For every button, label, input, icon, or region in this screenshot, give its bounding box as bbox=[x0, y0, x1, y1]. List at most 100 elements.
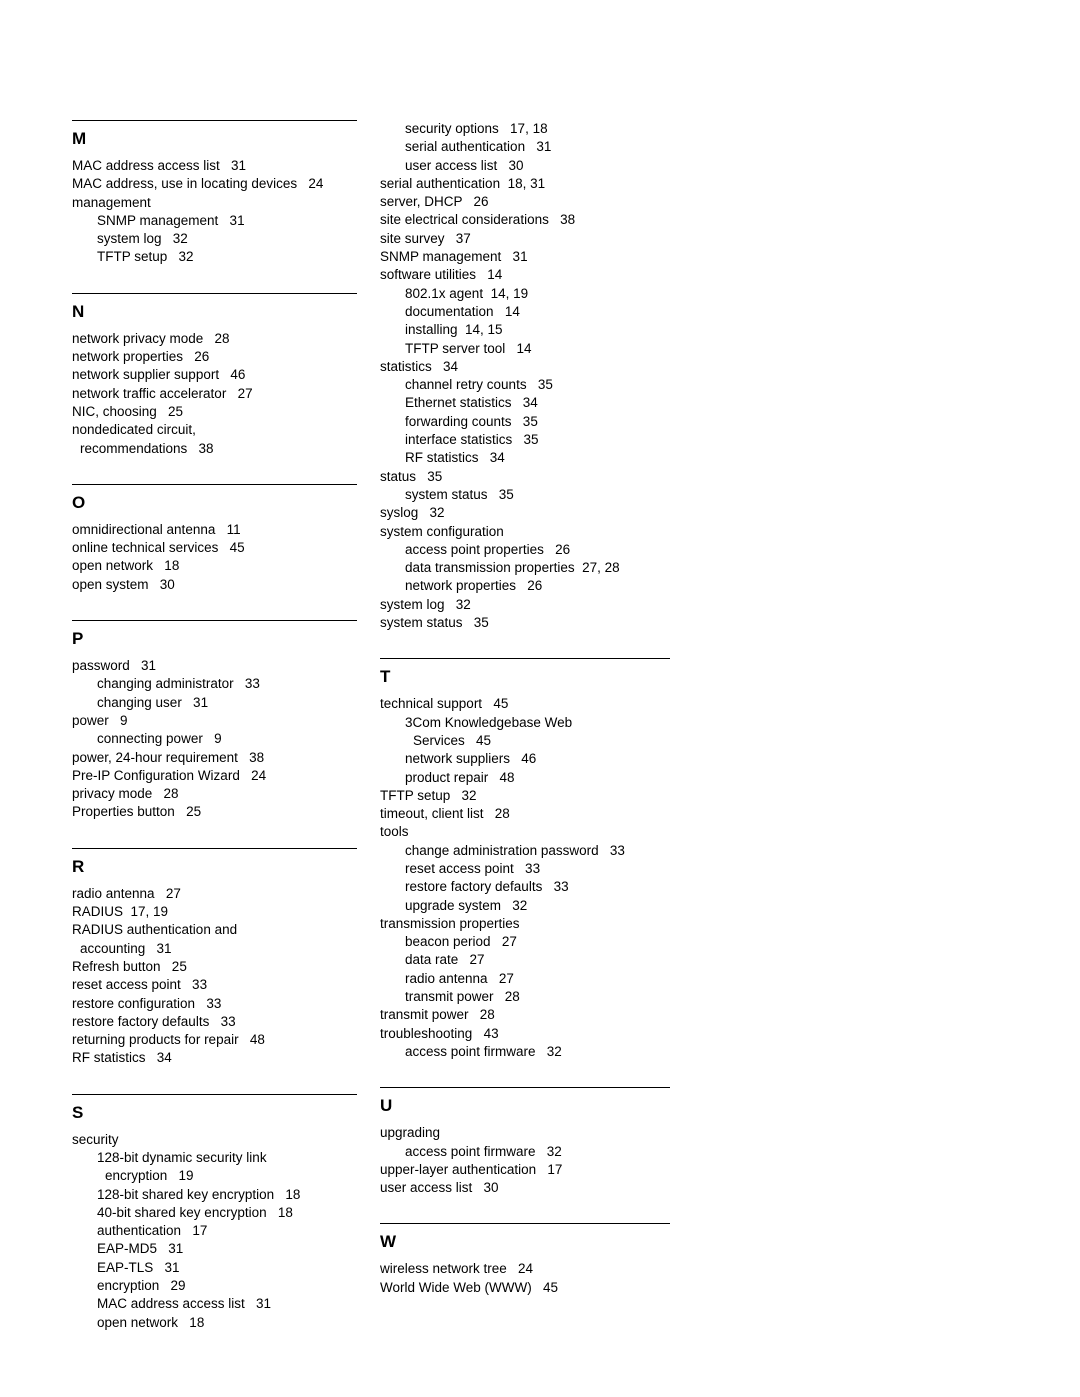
index-entry: recommendations 38 bbox=[80, 440, 214, 456]
index-entry: Pre-IP Configuration Wizard 24 bbox=[72, 767, 267, 783]
index-entry: channel retry counts 35 bbox=[405, 377, 553, 393]
index-entry: Services 45 bbox=[413, 732, 492, 748]
index-entry: system configuration bbox=[380, 523, 504, 539]
index-entry: power 9 bbox=[72, 712, 128, 728]
index-entry: security bbox=[72, 1131, 119, 1147]
index-entry-list: upgrading access point firmware 32 upper-l… bbox=[380, 1124, 680, 1197]
index-entry: transmission properties bbox=[380, 915, 520, 931]
index-entry: site survey 37 bbox=[380, 230, 471, 246]
index-entry: system status 35 bbox=[405, 486, 514, 502]
section-divider bbox=[72, 620, 357, 622]
index-entry: Ethernet statistics 34 bbox=[405, 395, 538, 411]
index-entry: changing administrator 33 bbox=[97, 676, 260, 692]
index-entry: access point firmware 32 bbox=[405, 1043, 562, 1059]
section-divider bbox=[72, 292, 357, 294]
index-section: Uupgrading access point firmware 32 upper-… bbox=[380, 1087, 680, 1197]
index-entry: power, 24-hour requirement 38 bbox=[72, 749, 265, 765]
index-entry: network suppliers 46 bbox=[405, 751, 537, 767]
index-entry: 3Com Knowledgebase Web bbox=[405, 714, 573, 730]
index-entry: MAC address access list 31 bbox=[72, 158, 247, 173]
section-divider bbox=[72, 120, 357, 121]
index-entry: TFTP setup 32 bbox=[380, 787, 477, 803]
index-entry: connecting power 9 bbox=[97, 731, 222, 747]
index-entry: timeout, client list 28 bbox=[380, 806, 510, 822]
index-entry: interface statistics 35 bbox=[405, 432, 539, 448]
index-entry: technical support 45 bbox=[380, 696, 509, 712]
index-entry: documentation 14 bbox=[405, 303, 520, 319]
index-entry: TFTP server tool 14 bbox=[405, 340, 532, 356]
index-entry-list: technical support 45 3Com Knowledgebase W… bbox=[380, 695, 680, 1061]
section-divider bbox=[380, 1087, 670, 1089]
section-letter: U bbox=[380, 1096, 393, 1116]
index-entry: user access list 30 bbox=[405, 157, 524, 173]
index-entry-list: radio antenna 27 RADIUS 17, 19 RADIUS auth… bbox=[72, 885, 362, 1068]
index-entry: serial authentication 18, 31 bbox=[380, 175, 546, 191]
index-entry: privacy mode 28 bbox=[72, 786, 179, 802]
right-column: security options 17, 18 serial authentica… bbox=[380, 120, 680, 1323]
index-entry: open network 18 bbox=[72, 558, 180, 574]
index-entry: EAP-TLS 31 bbox=[97, 1259, 180, 1275]
index-entry: network properties 26 bbox=[405, 578, 543, 594]
index-entry: 128-bit dynamic security link bbox=[97, 1149, 267, 1165]
index-entry: statistics 34 bbox=[380, 358, 459, 374]
index-entry: omnidirectional antenna 11 bbox=[72, 521, 241, 537]
index-entry-list: omnidirectional antenna 11 online technic… bbox=[72, 521, 362, 594]
index-entry: MAC address, use in locating devices 24 bbox=[72, 176, 324, 192]
index-entry: password 31 bbox=[72, 658, 157, 674]
index-entry-list: security options 17, 18 serial authentica… bbox=[380, 120, 680, 632]
index-entry: beacon period 27 bbox=[405, 934, 517, 950]
index-entry: data transmission properties 27, 28 bbox=[405, 560, 620, 576]
index-entry-list: security 128-bit dynamic security link enc… bbox=[72, 1131, 362, 1332]
section-letter: N bbox=[72, 301, 85, 321]
section-letter: W bbox=[380, 1232, 397, 1252]
index-entry-list: MAC address access list 31 MAC address, u… bbox=[72, 157, 362, 267]
section-letter: O bbox=[72, 492, 86, 512]
index-entry: transmit power 28 bbox=[380, 1007, 495, 1023]
index-entry: World Wide Web (WWW) 45 bbox=[380, 1279, 559, 1295]
index-entry: upgrade system 32 bbox=[405, 897, 528, 913]
index-entry: access point firmware 32 bbox=[405, 1143, 562, 1159]
index-entry: system status 35 bbox=[380, 615, 489, 631]
index-section: Ssecurity 128-bit dynamic security link en… bbox=[72, 1093, 362, 1332]
index-entry: returning products for repair 48 bbox=[72, 1032, 265, 1048]
index-entry: security options 17, 18 bbox=[405, 121, 548, 136]
index-entry: tools bbox=[380, 824, 409, 840]
index-section: security options 17, 18 serial authentica… bbox=[380, 120, 680, 632]
index-entry-list: network privacy mode 28 network propertie… bbox=[72, 330, 362, 458]
index-entry: EAP-MD5 31 bbox=[97, 1241, 184, 1257]
section-letter: T bbox=[380, 667, 391, 687]
index-entry: Refresh button 25 bbox=[72, 958, 187, 974]
index-entry: user access list 30 bbox=[380, 1180, 499, 1196]
index-entry: network traffic accelerator 27 bbox=[72, 385, 253, 401]
index-entry: wireless network tree 24 bbox=[380, 1261, 534, 1277]
index-entry: restore factory defaults 33 bbox=[72, 1013, 236, 1029]
index-entry: site electrical considerations 38 bbox=[380, 212, 576, 228]
index-entry: 128-bit shared key encryption 18 bbox=[97, 1186, 301, 1202]
index-entry: 802.1x agent 14, 19 bbox=[405, 285, 529, 301]
index-entry: changing user 31 bbox=[97, 694, 209, 710]
index-entry: reset access point 33 bbox=[405, 860, 541, 876]
index-entry: network privacy mode 28 bbox=[72, 330, 230, 346]
index-entry: software utilities 14 bbox=[380, 267, 503, 283]
section-letter: M bbox=[72, 129, 87, 148]
index-entry: server, DHCP 26 bbox=[380, 194, 489, 210]
index-section: Oomnidirectional antenna 11 online techni… bbox=[72, 483, 362, 594]
index-section: M MAC address access list 31 MAC address, … bbox=[72, 120, 362, 267]
index-entry: change administration password 33 bbox=[405, 842, 625, 858]
index-entry: transmit power 28 bbox=[405, 989, 520, 1005]
index-entry: upper-layer authentication 17 bbox=[380, 1161, 563, 1177]
index-entry: radio antenna 27 bbox=[405, 970, 514, 986]
index-entry: installing 14, 15 bbox=[405, 322, 503, 338]
index-entry: product repair 48 bbox=[405, 769, 515, 785]
index-entry: MAC address access list 31 bbox=[97, 1296, 272, 1312]
section-divider bbox=[72, 1093, 357, 1095]
index-entry: RF statistics 34 bbox=[72, 1050, 172, 1066]
index-entry: NIC, choosing 25 bbox=[72, 403, 184, 419]
index-entry-list: password 31 changing administrator 33 chan… bbox=[72, 657, 362, 822]
index-entry: forwarding counts 35 bbox=[405, 413, 538, 429]
index-section: Ttechnical support 45 3Com Knowledgebase … bbox=[380, 658, 680, 1061]
index-entry: Properties button 25 bbox=[72, 804, 202, 820]
section-letter: P bbox=[72, 629, 84, 649]
index-section: Rradio antenna 27 RADIUS 17, 19 RADIUS aut… bbox=[72, 847, 362, 1068]
index-entry: TFTP setup 32 bbox=[97, 249, 194, 265]
